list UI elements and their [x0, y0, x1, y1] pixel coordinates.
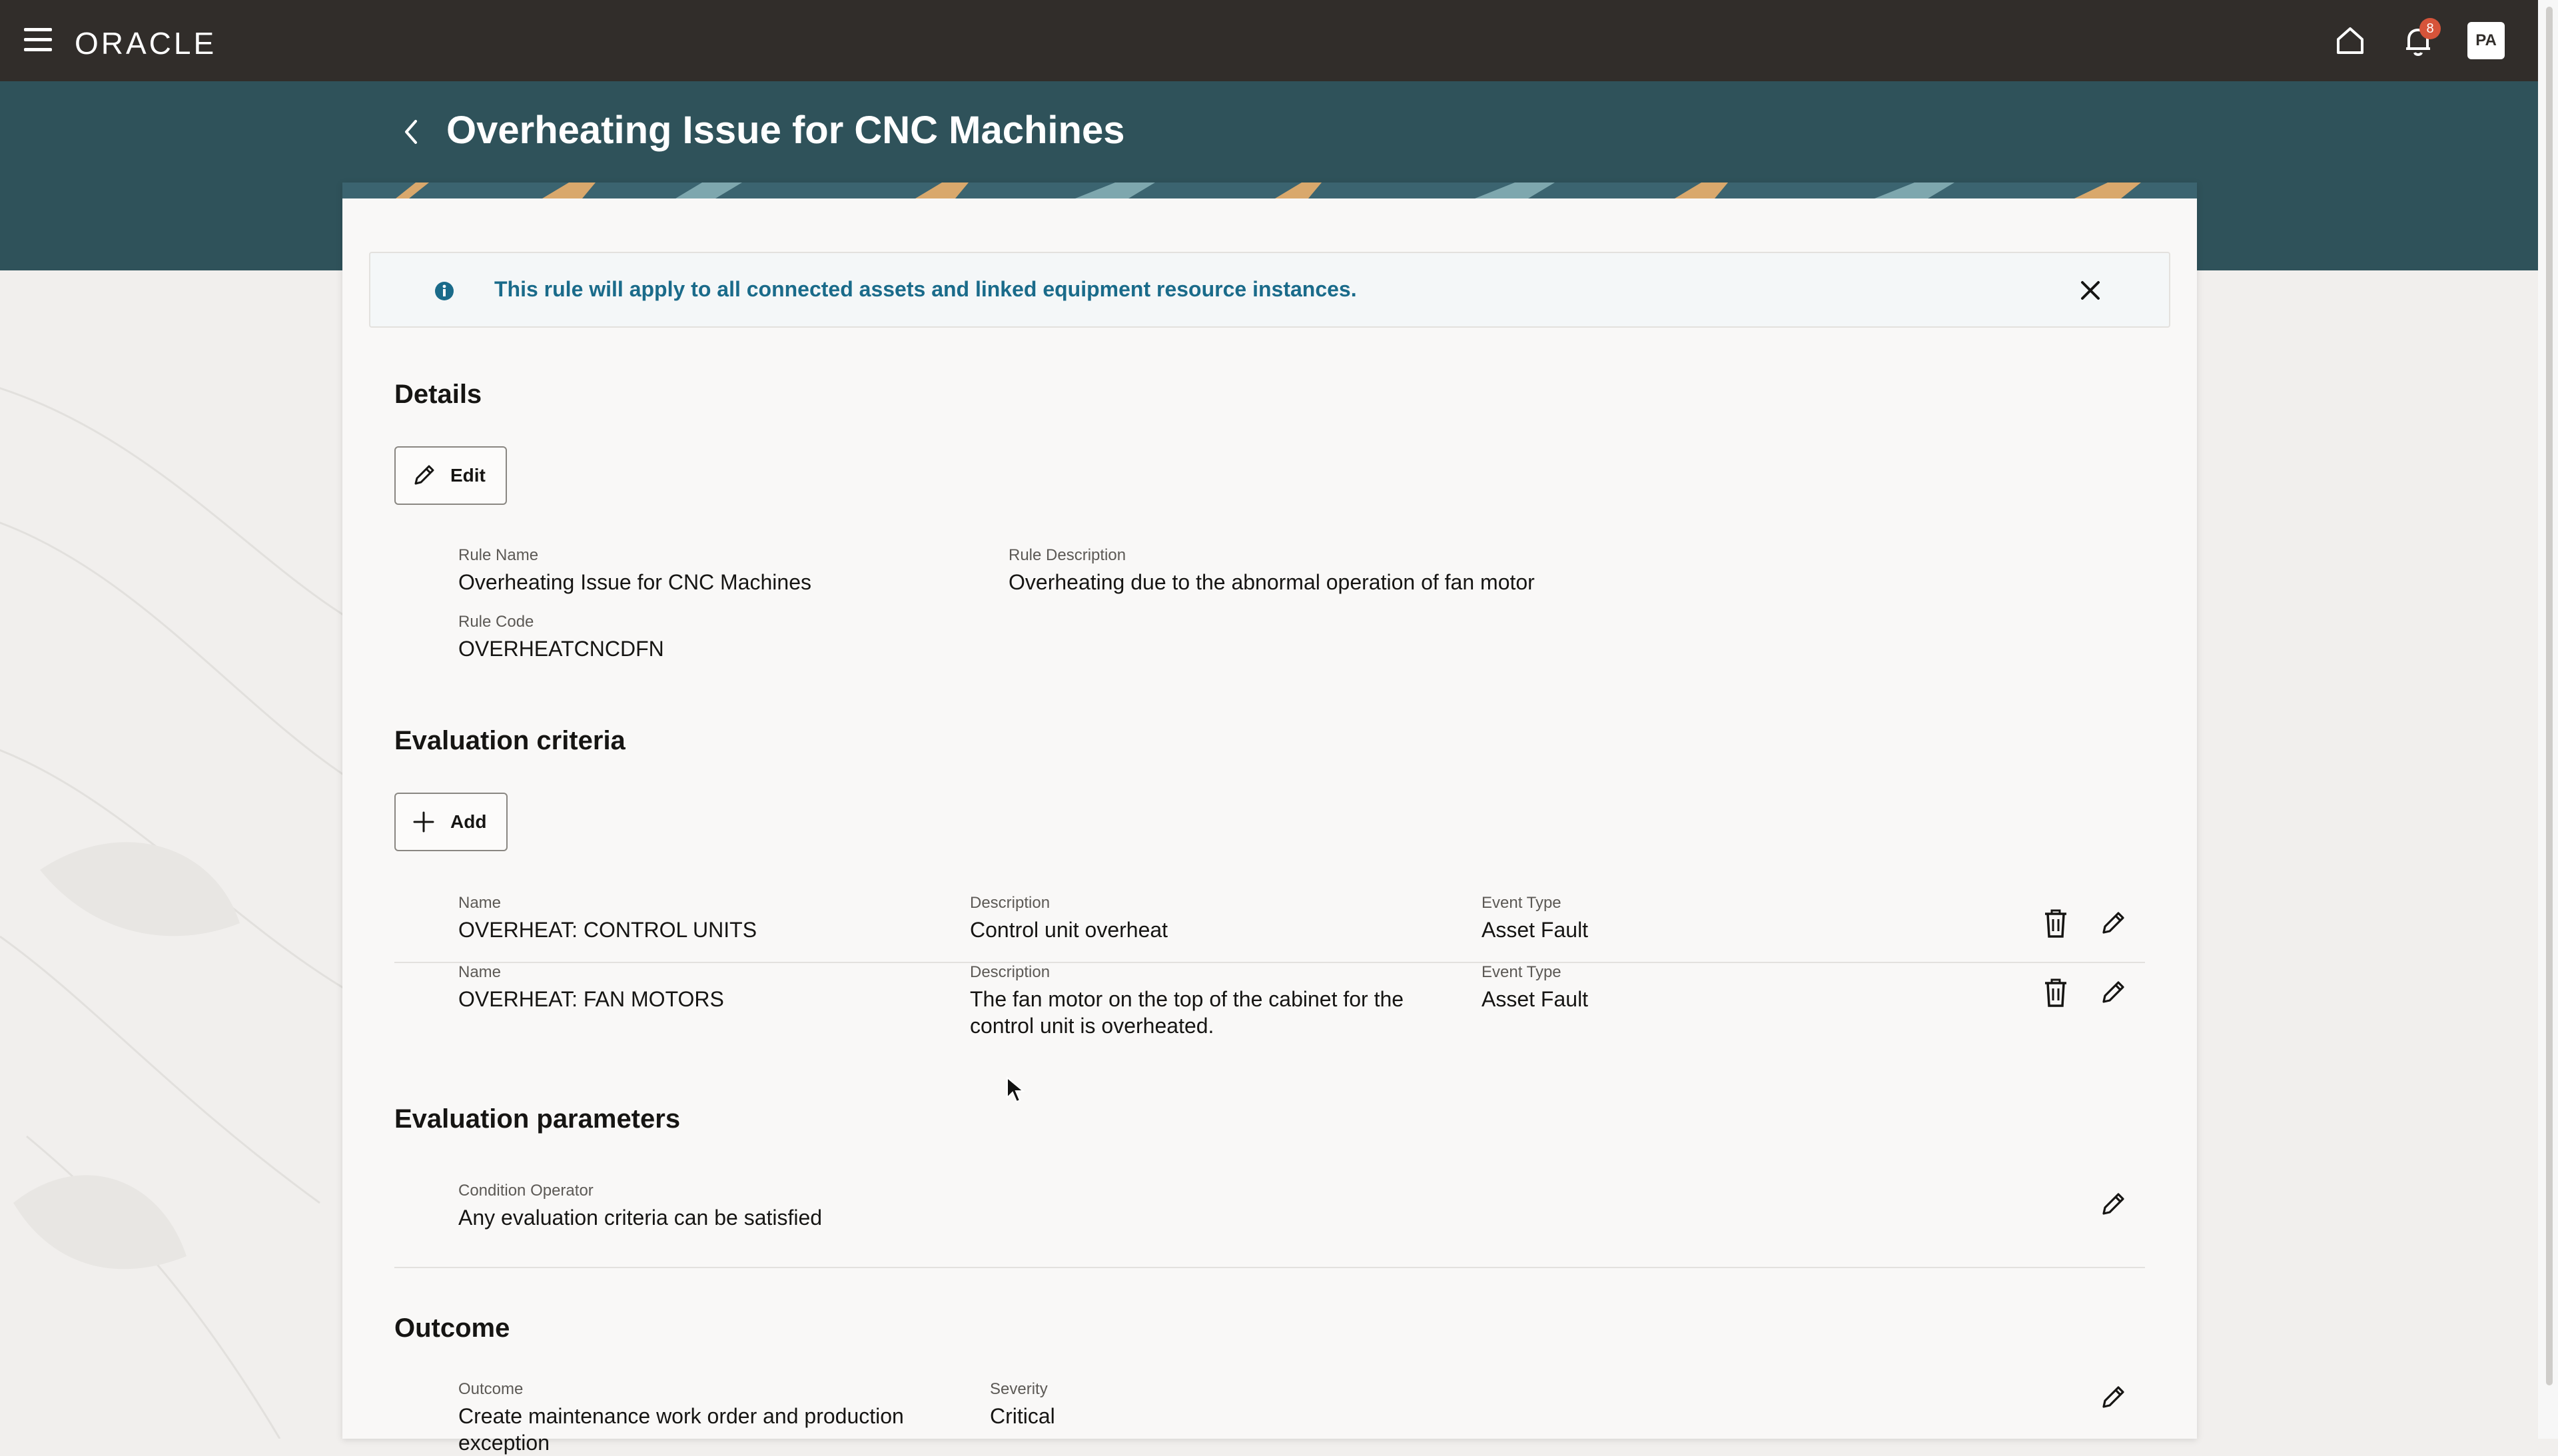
- criteria-name-label: Name: [458, 894, 502, 912]
- criteria-event-type-value: Asset Fault: [1482, 987, 1589, 1011]
- top-bar: ORACLE 8 PA: [0, 0, 2538, 81]
- criteria-name-value: OVERHEAT: FAN MOTORS: [458, 987, 724, 1011]
- background-decoration: [0, 270, 346, 1439]
- info-icon: [435, 282, 454, 300]
- pencil-icon: [414, 465, 434, 485]
- criteria-description-value: The fan motor on the top of the cabinet …: [970, 987, 1404, 1038]
- rule-name-label: Rule Name: [458, 546, 539, 564]
- outcome-field: Outcome Create maintenance work order an…: [458, 1380, 965, 1456]
- rule-name-field: Rule Name Overheating Issue for CNC Mach…: [458, 546, 811, 595]
- page-title: Overheating Issue for CNC Machines: [446, 109, 1125, 152]
- back-chevron-icon[interactable]: [396, 112, 428, 152]
- user-avatar[interactable]: PA: [2467, 22, 2505, 59]
- criteria-name-value: OVERHEAT: CONTROL UNITS: [458, 918, 757, 942]
- rule-code-label: Rule Code: [458, 613, 534, 631]
- rule-name-value: Overheating Issue for CNC Machines: [458, 570, 811, 594]
- page-scrollbar[interactable]: [2538, 0, 2558, 1439]
- criteria-description-label: Description: [970, 894, 1051, 912]
- condition-operator-value: Any evaluation criteria can be satisfied: [458, 1206, 823, 1230]
- hamburger-menu-icon[interactable]: [24, 28, 52, 52]
- mouse-cursor-icon: [1007, 1076, 1025, 1103]
- criteria-row-2-description: Description The fan motor on the top of …: [970, 963, 1436, 1039]
- rule-description-value: Overheating due to the abnormal operatio…: [1009, 570, 1535, 594]
- outcome-value: Create maintenance work order and produc…: [458, 1404, 904, 1455]
- scrollbar-thumb[interactable]: [2546, 7, 2553, 1385]
- criteria-description-value: Control unit overheat: [970, 918, 1168, 942]
- add-criteria-button[interactable]: Add: [394, 793, 508, 851]
- condition-operator-label: Condition Operator: [458, 1182, 594, 1200]
- evaluation-criteria-title: Evaluation criteria: [394, 726, 626, 755]
- rule-code-field: Rule Code OVERHEATCNCDFN: [458, 613, 664, 662]
- criteria-row-2-name: Name OVERHEAT: FAN MOTORS: [458, 963, 724, 1012]
- criteria-description-label: Description: [970, 963, 1051, 981]
- section-divider: [394, 1267, 2145, 1268]
- oracle-logo[interactable]: ORACLE: [75, 25, 216, 61]
- severity-field: Severity Critical: [990, 1380, 1055, 1429]
- close-icon[interactable]: [2076, 276, 2105, 305]
- notification-count-badge: 8: [2419, 18, 2441, 39]
- delete-criteria-2-trash-icon[interactable]: [2037, 974, 2074, 1011]
- criteria-row-1-description: Description Control unit overheat: [970, 894, 1168, 943]
- rule-code-value: OVERHEATCNCDFN: [458, 637, 664, 661]
- rule-description-label: Rule Description: [1009, 546, 1126, 564]
- details-section-title: Details: [394, 380, 482, 409]
- evaluation-parameters-title: Evaluation parameters: [394, 1104, 681, 1134]
- add-button-label: Add: [450, 811, 487, 832]
- criteria-row-1-name: Name OVERHEAT: CONTROL UNITS: [458, 894, 757, 943]
- criteria-row-2-event-type: Event Type Asset Fault: [1482, 963, 1588, 1012]
- info-banner-message: This rule will apply to all connected as…: [494, 277, 1357, 301]
- rule-card: This rule will apply to all connected as…: [342, 182, 2197, 1455]
- info-banner: This rule will apply to all connected as…: [369, 252, 2170, 328]
- notifications-bell-icon[interactable]: 8: [2399, 18, 2441, 59]
- criteria-event-type-value: Asset Fault: [1482, 918, 1589, 942]
- edit-outcome-pencil-icon[interactable]: [2094, 1379, 2132, 1416]
- outcome-label: Outcome: [458, 1380, 524, 1398]
- criteria-event-type-label: Event Type: [1482, 963, 1561, 981]
- severity-value: Critical: [990, 1404, 1055, 1428]
- criteria-name-label: Name: [458, 963, 502, 981]
- decorative-strip: [342, 182, 2197, 198]
- edit-criteria-2-pencil-icon[interactable]: [2094, 974, 2132, 1011]
- condition-operator-field: Condition Operator Any evaluation criter…: [458, 1182, 822, 1231]
- delete-criteria-1-trash-icon[interactable]: [2037, 905, 2074, 942]
- edit-criteria-1-pencil-icon[interactable]: [2094, 905, 2132, 942]
- rule-description-field: Rule Description Overheating due to the …: [1009, 546, 1535, 595]
- criteria-event-type-label: Event Type: [1482, 894, 1561, 912]
- home-icon[interactable]: [2332, 22, 2369, 59]
- edit-details-button[interactable]: Edit: [394, 446, 507, 505]
- criteria-row-1-event-type: Event Type Asset Fault: [1482, 894, 1588, 943]
- plus-icon: [413, 811, 434, 833]
- edit-button-label: Edit: [450, 465, 486, 486]
- edit-parameters-pencil-icon[interactable]: [2094, 1186, 2132, 1223]
- severity-label: Severity: [990, 1380, 1048, 1398]
- top-icons: 8 PA: [2332, 17, 2505, 64]
- outcome-section-title: Outcome: [394, 1313, 510, 1343]
